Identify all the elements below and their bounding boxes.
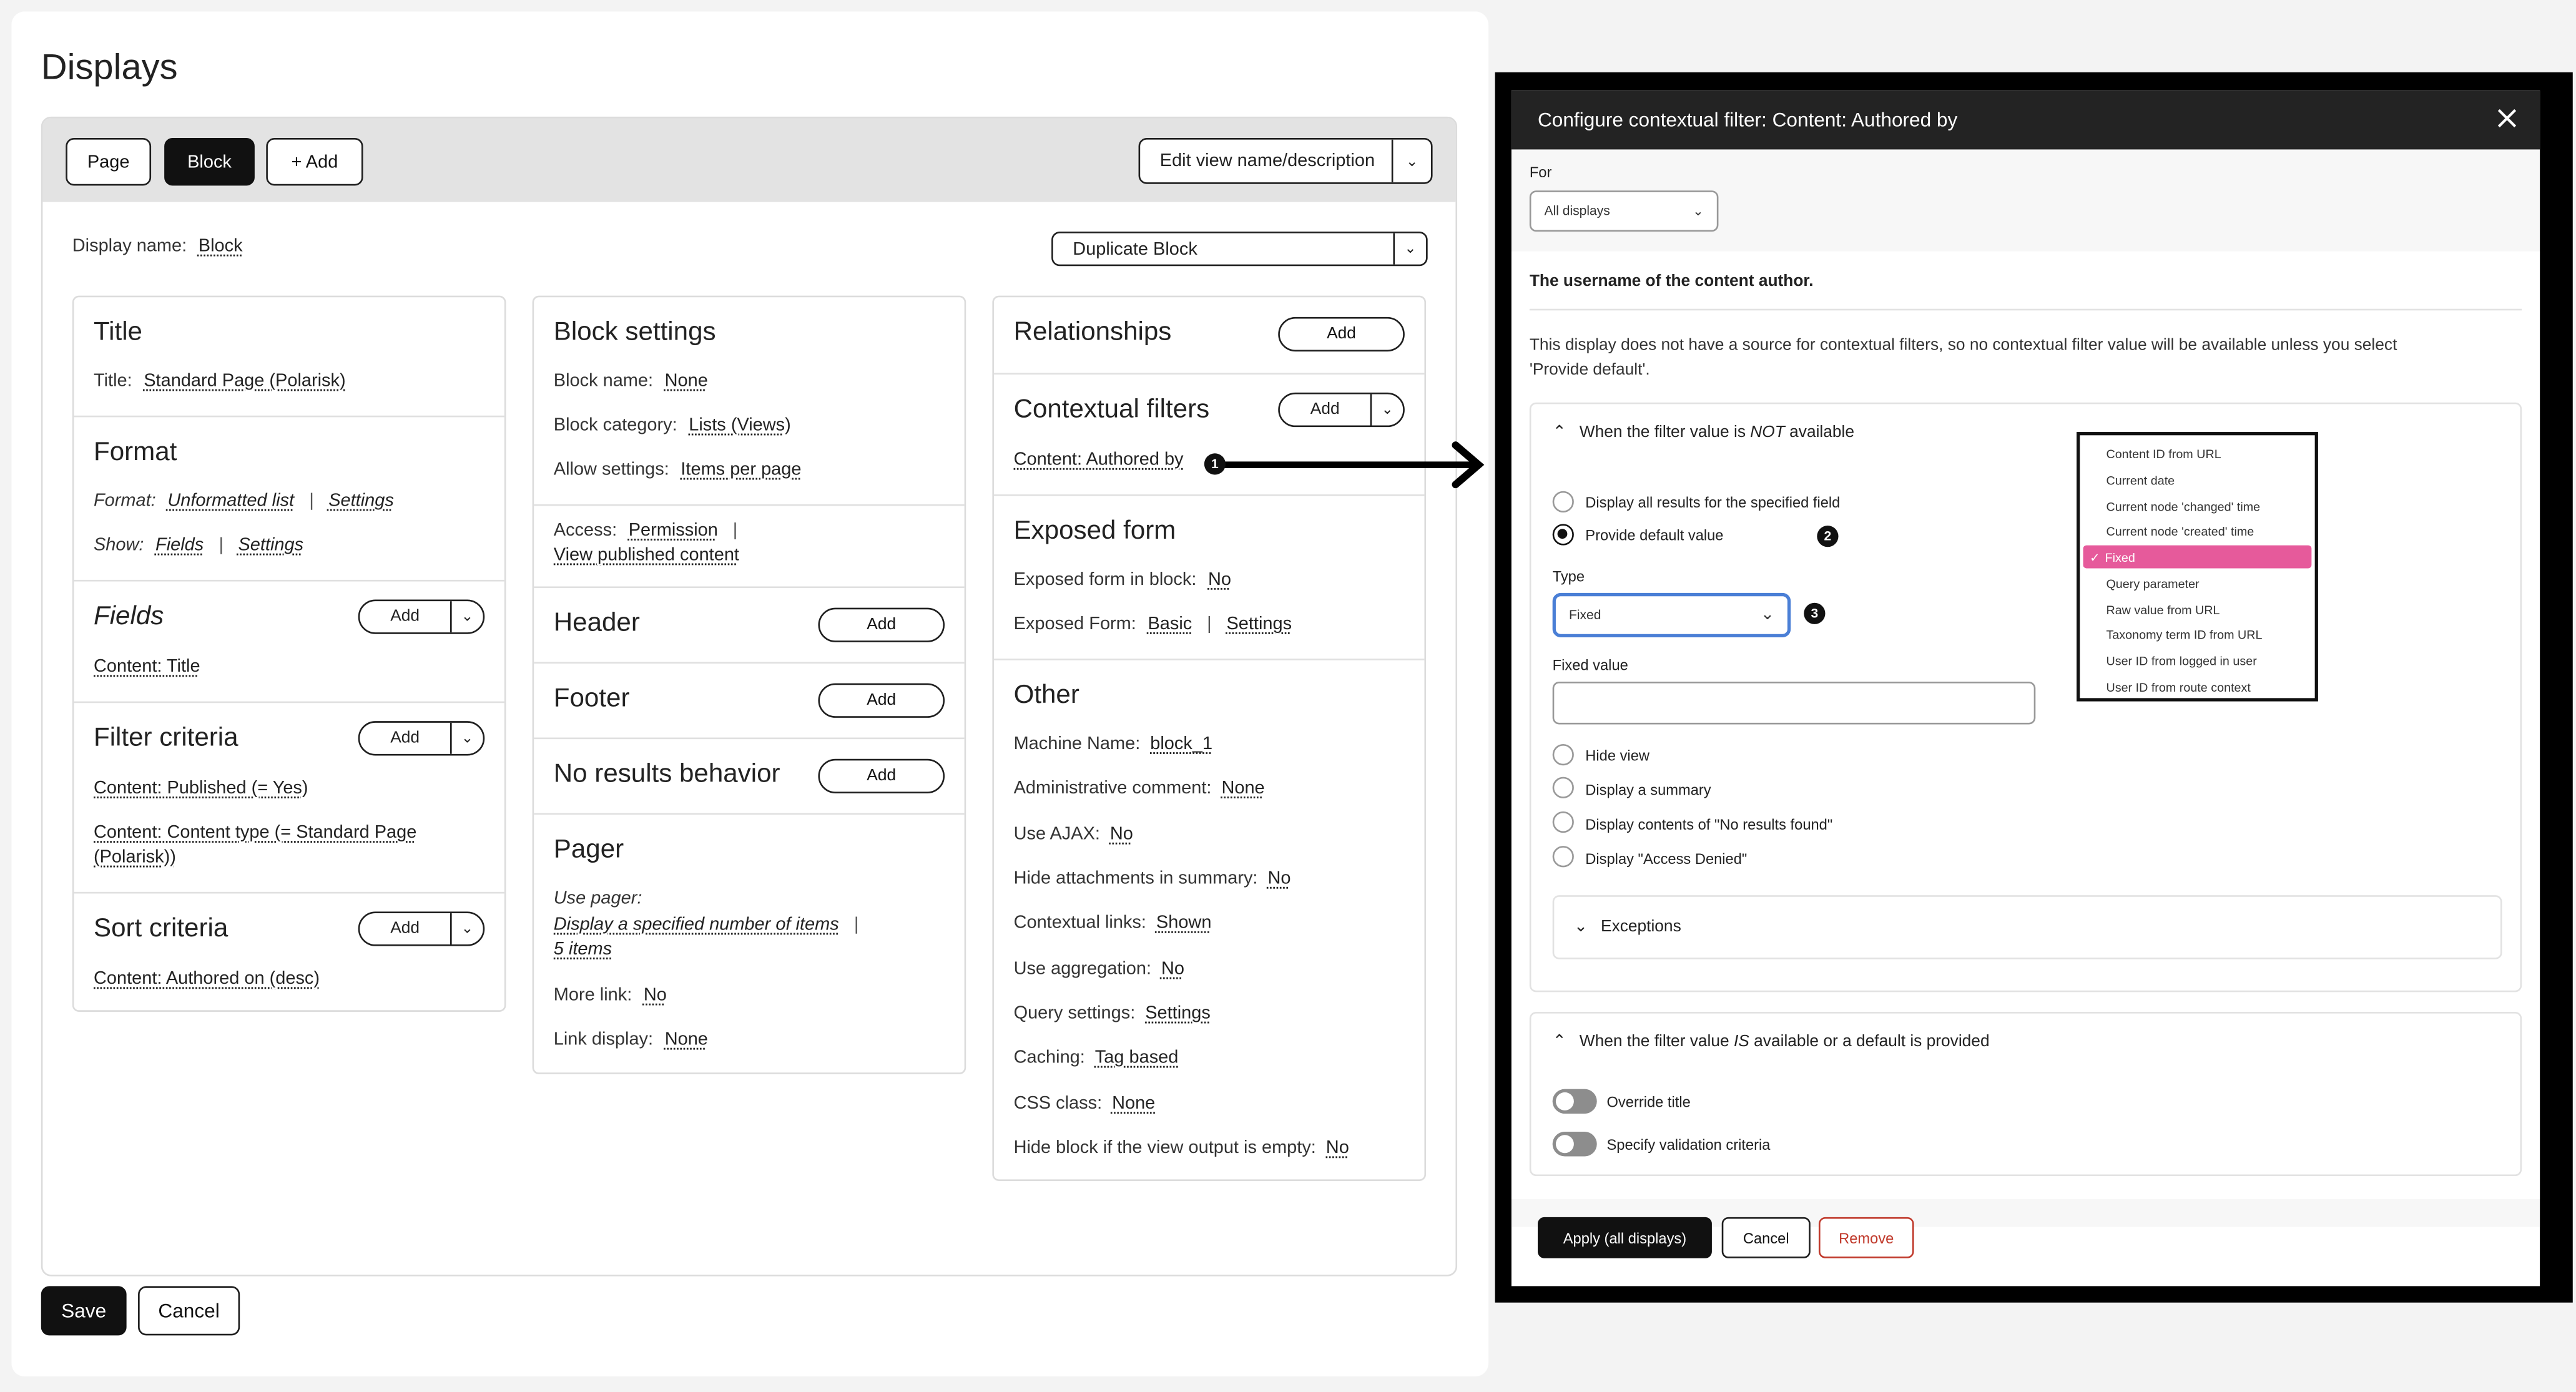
notice-line-2: 'Provide default'.: [1529, 361, 1650, 380]
fixed-value-input[interactable]: [1552, 682, 2036, 725]
type-options-list: Content ID from URL Current date Current…: [2077, 432, 2318, 702]
modal-cancel-button[interactable]: Cancel: [1721, 1217, 1811, 1258]
marker-3: 3: [1804, 602, 1826, 624]
remove-button[interactable]: Remove: [1818, 1217, 1914, 1258]
marker-2: 2: [1817, 526, 1839, 547]
type-option[interactable]: User ID from logged in user: [2083, 649, 2312, 672]
radio-display-all[interactable]: [1552, 491, 1574, 512]
type-option[interactable]: Current date: [2083, 468, 2312, 491]
validation-label: Specify validation criteria: [1606, 1136, 1771, 1154]
checkmark-icon: ✓: [2090, 549, 2100, 564]
chevron-up-icon: ⌃: [1552, 1033, 1566, 1052]
type-select-value: Fixed: [1568, 607, 1601, 623]
validation-toggle[interactable]: [1552, 1132, 1597, 1157]
type-option[interactable]: Current node 'created' time: [2083, 519, 2312, 542]
dialog-title: Configure contextual filter: Content: Au…: [1537, 108, 1958, 132]
type-option[interactable]: User ID from route context: [2083, 675, 2312, 698]
radio-hide-view[interactable]: [1552, 744, 1574, 766]
chevron-down-icon: ⌄: [1573, 918, 1588, 936]
override-title-toggle[interactable]: [1552, 1089, 1597, 1114]
for-select-value: All displays: [1544, 203, 1610, 218]
type-label: Type: [1552, 568, 1585, 585]
radio-no-results-label: Display contents of "No results found": [1585, 816, 1833, 833]
exceptions-fieldset[interactable]: ⌄ Exceptions: [1552, 895, 2502, 959]
radio-access-denied[interactable]: [1552, 846, 1574, 868]
exceptions-label: Exceptions: [1601, 918, 1681, 936]
radio-access-denied-label: Display "Access Denied": [1585, 851, 1748, 868]
not-available-summary[interactable]: ⌃ When the filter value is NOT available: [1553, 424, 1854, 442]
not-available-prefix: When the filter value is: [1579, 423, 1751, 442]
radio-provide-default-label: Provide default value: [1585, 527, 1724, 544]
exceptions-summary: ⌄ Exceptions: [1574, 918, 1681, 936]
override-title-label: Override title: [1606, 1094, 1691, 1110]
type-option-selected-label: Fixed: [2105, 549, 2135, 564]
for-select[interactable]: All displays ⌄: [1529, 190, 1719, 232]
is-available-fieldset: ⌃ When the filter value IS available or a…: [1529, 1011, 2522, 1177]
dialog-header: Configure contextual filter: Content: Au…: [1511, 90, 2540, 150]
is-available-prefix: When the filter value: [1579, 1033, 1734, 1052]
apply-button[interactable]: Apply (all displays): [1537, 1217, 1712, 1258]
is-available-suffix: available or a default is provided: [1749, 1033, 1990, 1052]
fixed-value-label: Fixed value: [1552, 657, 1628, 674]
not-available-fieldset: ⌃ When the filter value is NOT available …: [1529, 402, 2522, 993]
not-available-suffix: available: [1784, 423, 1855, 442]
radio-display-summary-label: Display a summary: [1585, 782, 1711, 798]
filter-description: The username of the content author.: [1529, 272, 1814, 291]
is-available-summary[interactable]: ⌃ When the filter value IS available or a…: [1553, 1033, 1990, 1051]
type-option[interactable]: Content ID from URL: [2083, 442, 2312, 465]
radio-display-summary[interactable]: [1552, 777, 1574, 798]
close-icon[interactable]: [2494, 105, 2520, 131]
is-available-emphasis: IS: [1733, 1033, 1749, 1052]
notice-line-1: This display does not have a source for …: [1529, 336, 2397, 355]
for-label: For: [1529, 164, 1552, 181]
not-available-emphasis: NOT: [1750, 423, 1785, 442]
dialog-content: The username of the content author. This…: [1511, 251, 2540, 1199]
type-select[interactable]: Fixed ⌄: [1552, 592, 1791, 637]
chevron-up-icon: ⌃: [1552, 423, 1566, 442]
radio-hide-view-label: Hide view: [1585, 747, 1649, 764]
type-option[interactable]: Current node 'changed' time: [2083, 494, 2312, 517]
type-option[interactable]: Raw value from URL: [2083, 598, 2312, 621]
marker-1: 1: [1204, 453, 1226, 475]
divider: [1529, 308, 2522, 311]
chevron-down-icon: ⌄: [1693, 203, 1704, 218]
chevron-down-icon: ⌄: [1760, 605, 1774, 624]
radio-display-all-label: Display all results for the specified fi…: [1585, 494, 1841, 511]
radio-no-results[interactable]: [1552, 811, 1574, 833]
contextual-filter-dialog: Configure contextual filter: Content: Au…: [1511, 90, 2540, 1287]
type-option[interactable]: Taxonomy term ID from URL: [2083, 622, 2312, 645]
radio-provide-default[interactable]: [1552, 524, 1574, 546]
type-option[interactable]: Query parameter: [2083, 572, 2312, 595]
type-option-selected[interactable]: ✓ Fixed: [2083, 545, 2312, 569]
